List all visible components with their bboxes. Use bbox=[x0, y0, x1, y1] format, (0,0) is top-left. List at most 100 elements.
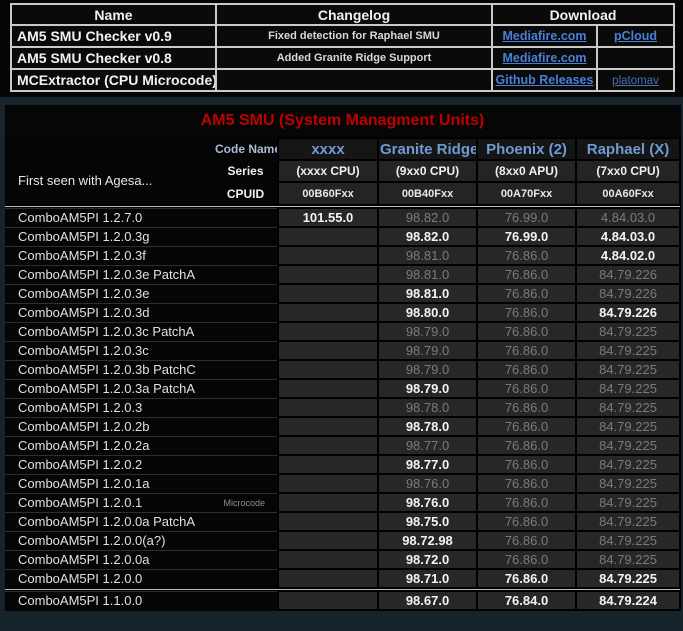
smu-value-cell: 4.84.03.0 bbox=[576, 227, 680, 246]
column-header-phoenix: Phoenix (2) bbox=[477, 138, 576, 160]
column-header-changelog: Changelog bbox=[216, 4, 492, 25]
cpuid-xxxx: 00B60Fxx bbox=[278, 182, 378, 205]
smu-value-cell bbox=[278, 569, 378, 588]
smu-value-cell: 84.79.225 bbox=[576, 379, 680, 398]
smu-header-codename-row: First seen with Agesa... Code Name xxxx … bbox=[5, 138, 680, 160]
smu-value-cell: 84.79.225 bbox=[576, 512, 680, 531]
smu-value-cell: 76.86.0 bbox=[477, 341, 576, 360]
smu-value-cell bbox=[278, 360, 378, 379]
smu-value-cell: 84.79.224 bbox=[576, 591, 680, 610]
column-header-download: Download bbox=[492, 4, 674, 25]
download-link-primary[interactable]: Github Releases bbox=[496, 73, 594, 87]
smu-row: ComboAM5PI 1.2.0.098.71.076.86.084.79.22… bbox=[5, 569, 680, 588]
agesa-version-cell: ComboAM5PI 1.2.0.3d bbox=[5, 303, 278, 322]
smu-value-cell bbox=[278, 265, 378, 284]
agesa-version-cell: ComboAM5PI 1.2.0.2 bbox=[5, 455, 278, 474]
smu-value-cell: 76.99.0 bbox=[477, 208, 576, 227]
cpuid-granite-ridge: 00B40Fxx bbox=[378, 182, 477, 205]
smu-value-cell: 98.81.0 bbox=[378, 284, 477, 303]
smu-value-cell: 84.79.225 bbox=[576, 569, 680, 588]
smu-value-cell bbox=[278, 474, 378, 493]
smu-row: ComboAM5PI 1.2.0.3d98.80.076.86.084.79.2… bbox=[5, 303, 680, 322]
smu-row: ComboAM5PI 1.2.0.3a PatchA98.79.076.86.0… bbox=[5, 379, 680, 398]
smu-value-cell bbox=[278, 322, 378, 341]
agesa-version-cell: ComboAM5PI 1.2.0.3c bbox=[5, 341, 278, 360]
smu-row: ComboAM5PI 1.2.0.0a98.72.076.86.084.79.2… bbox=[5, 550, 680, 569]
smu-value-cell bbox=[278, 436, 378, 455]
smu-value-cell bbox=[278, 531, 378, 550]
download-link-secondary[interactable]: pCloud bbox=[614, 29, 657, 43]
agesa-version-cell: ComboAM5PI 1.2.0.3e bbox=[5, 284, 278, 303]
download-link-primary[interactable]: Mediafire.com bbox=[502, 29, 586, 43]
smu-value-cell bbox=[278, 455, 378, 474]
downloads-table: Name Changelog Download AM5 SMU Checker … bbox=[10, 3, 675, 92]
smu-row: ComboAM5PI 1.2.0.1a 98.76.076.86.084.79.2… bbox=[5, 474, 680, 493]
smu-value-cell: 98.81.0 bbox=[378, 246, 477, 265]
smu-value-cell: 76.86.0 bbox=[477, 379, 576, 398]
smu-value-cell: 76.86.0 bbox=[477, 322, 576, 341]
series-xxxx: (xxxx CPU) bbox=[278, 160, 378, 182]
changelog-text: Added Granite Ridge Support bbox=[216, 47, 492, 69]
smu-value-cell: 76.86.0 bbox=[477, 265, 576, 284]
agesa-version-cell: ComboAM5PI 1.2.0.3g bbox=[5, 227, 278, 246]
smu-value-cell: 98.76.0 bbox=[378, 493, 477, 512]
smu-row: ComboAM5PI 1.2.0.0(a?)98.72.9876.86.084.… bbox=[5, 531, 680, 550]
smu-value-cell bbox=[278, 227, 378, 246]
smu-value-cell: 84.79.225 bbox=[576, 455, 680, 474]
smu-value-cell: 4.84.02.0 bbox=[576, 246, 680, 265]
smu-row: ComboAM5PI 1.2.0.3e98.81.076.86.084.79.2… bbox=[5, 284, 680, 303]
smu-value-cell: 98.76.0 bbox=[378, 474, 477, 493]
smu-value-cell: 84.79.225 bbox=[576, 474, 680, 493]
tool-name: AM5 SMU Checker v0.9 bbox=[11, 25, 216, 47]
smu-value-cell: 101.55.0 bbox=[278, 208, 378, 227]
series-granite-ridge: (9xx0 CPU) bbox=[378, 160, 477, 182]
row-label-series: Series bbox=[214, 160, 278, 182]
smu-value-cell bbox=[278, 417, 378, 436]
agesa-version-cell: ComboAM5PI 1.1.0.0 bbox=[5, 591, 278, 610]
smu-value-cell: 76.86.0 bbox=[477, 474, 576, 493]
download-link-secondary[interactable]: platomav bbox=[612, 75, 659, 87]
smu-value-cell: 76.86.0 bbox=[477, 550, 576, 569]
smu-row: ComboAM5PI 1.2.0.0a PatchA98.75.076.86.0… bbox=[5, 512, 680, 531]
agesa-version-cell: ComboAM5PI 1.2.0.0a bbox=[5, 550, 278, 569]
smu-value-cell: 84.79.225 bbox=[576, 322, 680, 341]
smu-value-cell: 84.79.225 bbox=[576, 398, 680, 417]
agesa-version-cell: ComboAM5PI 1.2.0.3c PatchA bbox=[5, 322, 278, 341]
smu-value-cell: 98.79.0 bbox=[378, 341, 477, 360]
column-header-granite-ridge: Granite Ridge bbox=[378, 138, 477, 160]
smu-row: ComboAM5PI 1.2.0.1Microcode98.76.076.86.… bbox=[5, 493, 680, 512]
row-label-cpuid: CPUID bbox=[214, 182, 278, 205]
smu-value-cell: 84.79.225 bbox=[576, 436, 680, 455]
row-label-code-name: Code Name bbox=[214, 138, 278, 160]
agesa-version-cell: ComboAM5PI 1.2.0.3a PatchA bbox=[5, 379, 278, 398]
smu-value-cell bbox=[278, 246, 378, 265]
smu-row: ComboAM5PI 1.2.0.3b PatchC98.79.076.86.0… bbox=[5, 360, 680, 379]
download-link-primary[interactable]: Mediafire.com bbox=[502, 51, 586, 65]
smu-value-cell bbox=[278, 550, 378, 569]
smu-value-cell bbox=[278, 591, 378, 610]
agesa-version-cell: ComboAM5PI 1.2.0.3f bbox=[5, 246, 278, 265]
downloads-section: Name Changelog Download AM5 SMU Checker … bbox=[0, 0, 683, 97]
smu-row: ComboAM5PI 1.2.0.3f98.81.076.86.04.84.02… bbox=[5, 246, 680, 265]
changelog-text: Fixed detection for Raphael SMU bbox=[216, 25, 492, 47]
download-row: MCExtractor (CPU Microcode)Github Releas… bbox=[11, 69, 674, 91]
smu-row: ComboAM5PI 1.2.0.2b98.78.076.86.084.79.2… bbox=[5, 417, 680, 436]
smu-value-cell: 76.86.0 bbox=[477, 284, 576, 303]
smu-value-cell: 98.78.0 bbox=[378, 398, 477, 417]
first-seen-label: First seen with Agesa... bbox=[5, 138, 214, 205]
smu-value-cell: 98.79.0 bbox=[378, 360, 477, 379]
smu-value-cell: 98.79.0 bbox=[378, 322, 477, 341]
smu-value-cell: 76.86.0 bbox=[477, 417, 576, 436]
download-row: AM5 SMU Checker v0.8Added Granite Ridge … bbox=[11, 47, 674, 69]
smu-row: ComboAM5PI 1.2.0.3g98.82.076.99.04.84.03… bbox=[5, 227, 680, 246]
smu-value-cell: 98.75.0 bbox=[378, 512, 477, 531]
smu-value-cell: 4.84.03.0 bbox=[576, 208, 680, 227]
agesa-version-cell: ComboAM5PI 1.2.0.2b bbox=[5, 417, 278, 436]
agesa-version-cell: ComboAM5PI 1.2.0.1a bbox=[5, 474, 278, 493]
smu-table: AM5 SMU (System Managment Units) First s… bbox=[5, 105, 681, 611]
downloads-header-row: Name Changelog Download bbox=[11, 4, 674, 25]
smu-value-cell: 84.79.225 bbox=[576, 360, 680, 379]
smu-value-cell bbox=[278, 512, 378, 531]
smu-value-cell: 98.78.0 bbox=[378, 417, 477, 436]
smu-value-cell bbox=[278, 398, 378, 417]
